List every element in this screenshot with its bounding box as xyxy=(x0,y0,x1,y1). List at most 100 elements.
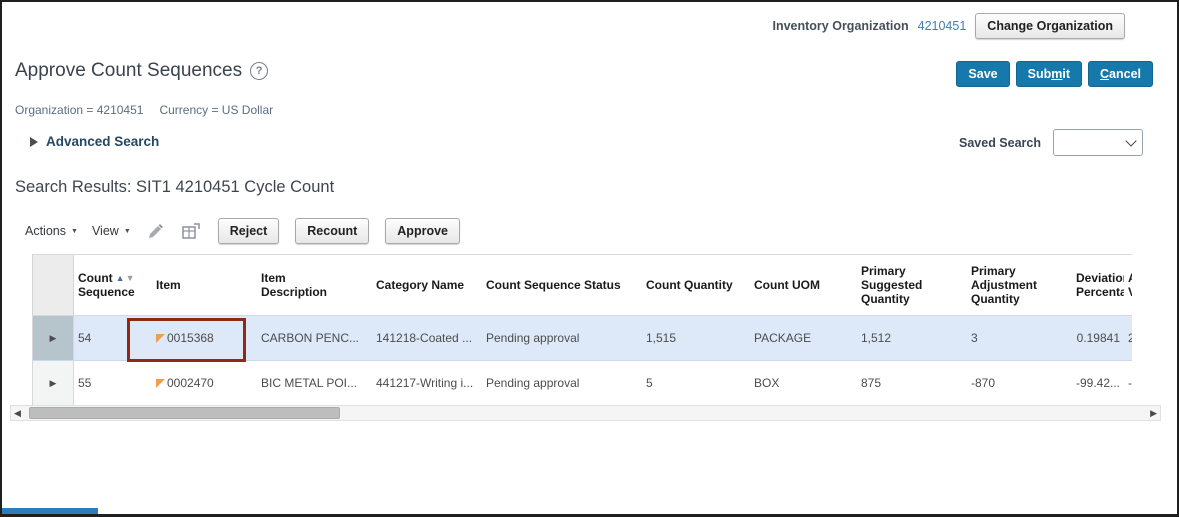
action-buttons: Save Submit Cancel xyxy=(956,61,1153,87)
column-header-selector xyxy=(32,255,74,315)
cell-primary-adjustment-quantity: -870 xyxy=(967,361,1072,405)
submit-label-key: m xyxy=(1051,67,1062,81)
saved-search: Saved Search xyxy=(959,129,1143,156)
header-label: Count Quantity xyxy=(646,278,733,292)
detach-table-icon[interactable] xyxy=(182,223,200,239)
inventory-organization-label: Inventory Organization xyxy=(772,19,908,33)
cell-count-sequence: 54 xyxy=(74,316,152,360)
view-menu[interactable]: View ▼ xyxy=(92,224,131,238)
cell-count-sequence: 55 xyxy=(74,361,152,405)
change-organization-button[interactable]: Change Organization xyxy=(975,13,1125,39)
edit-pencil-icon[interactable] xyxy=(147,223,164,240)
cell-category-name: 441217-Writing i... xyxy=(372,361,482,405)
submit-label-pre: Sub xyxy=(1028,67,1052,81)
cell-item-description: CARBON PENC... xyxy=(257,316,372,360)
saved-search-label: Saved Search xyxy=(959,136,1041,150)
column-header-deviation-percentage[interactable]: Deviation Percentage xyxy=(1072,255,1124,315)
saved-search-select[interactable] xyxy=(1053,129,1143,156)
cancel-label-post: ancel xyxy=(1109,67,1141,81)
header-label: Item xyxy=(156,278,181,292)
actions-menu-label: Actions xyxy=(25,224,66,238)
dropdown-arrow-icon: ▼ xyxy=(124,228,131,235)
horizontal-scrollbar[interactable]: ◀ ▶ xyxy=(10,405,1161,421)
count-sequences-table: Count ▲▼ Sequence Item Item Description … xyxy=(32,254,1132,406)
column-header-count-quantity[interactable]: Count Quantity xyxy=(642,255,750,315)
cell-count-sequence-status: Pending approval xyxy=(482,361,642,405)
advanced-search-toggle[interactable]: Advanced Search xyxy=(30,134,159,149)
cell-count-quantity: 5 xyxy=(642,361,750,405)
count-sequence-header-line2: Sequence xyxy=(78,285,135,299)
page-title-row: Approve Count Sequences ? xyxy=(15,60,268,82)
expand-triangle-icon xyxy=(30,137,38,147)
cell-primary-suggested-quantity: 1,512 xyxy=(857,316,967,360)
submit-button[interactable]: Submit xyxy=(1016,61,1082,87)
reject-button[interactable]: Reject xyxy=(218,218,280,244)
header-label: Deviation Percentage xyxy=(1076,271,1124,299)
column-header-adjustment-value[interactable]: Adjustment Value xyxy=(1124,255,1132,315)
cell-item-description: BIC METAL POI... xyxy=(257,361,372,405)
column-header-category-name[interactable]: Category Name xyxy=(372,255,482,315)
item-number: 0015368 xyxy=(167,331,214,345)
sort-ascending-icon[interactable]: ▲ xyxy=(116,274,125,283)
header-label: Item Description xyxy=(261,271,335,299)
recount-button[interactable]: Recount xyxy=(295,218,369,244)
cell-adjustment-value: 27.5 xyxy=(1124,316,1132,360)
page-title: Approve Count Sequences xyxy=(15,60,242,82)
count-sequence-header-line1: Count xyxy=(78,271,113,285)
scrollbar-thumb[interactable] xyxy=(29,407,340,419)
view-menu-label: View xyxy=(92,224,119,238)
context-organization: Organization = 4210451 xyxy=(15,103,143,117)
header-label: Category Name xyxy=(376,278,464,292)
table-row[interactable]: ▶ 54 0015368 CARBON PENC... 141218-Coate… xyxy=(32,316,1132,361)
chevron-down-icon xyxy=(1125,135,1136,146)
help-icon[interactable]: ? xyxy=(250,62,268,80)
approve-count-sequences-page: Inventory Organization 4210451 Change Or… xyxy=(0,0,1179,517)
table-row[interactable]: ▶ 55 0002470 BIC METAL POI... 441217-Wri… xyxy=(32,361,1132,406)
results-toolbar: Actions ▼ View ▼ Reject Recount Approve xyxy=(25,216,460,246)
context-currency: Currency = US Dollar xyxy=(159,103,273,117)
header-label: Count UOM xyxy=(754,278,820,292)
header-label: Count Sequence Status xyxy=(486,278,621,292)
cell-deviation-percentage: -99.42... xyxy=(1072,361,1124,405)
cell-category-name: 141218-Coated ... xyxy=(372,316,482,360)
row-expander[interactable]: ▶ xyxy=(32,316,74,360)
cell-primary-adjustment-quantity: 3 xyxy=(967,316,1072,360)
column-header-count-sequence[interactable]: Count ▲▼ Sequence xyxy=(74,255,152,315)
header-label: Adjustment Value xyxy=(1128,271,1132,299)
scroll-left-icon[interactable]: ◀ xyxy=(14,407,21,420)
header-label: Primary Suggested Quantity xyxy=(861,264,931,306)
sort-icons[interactable]: ▲▼ xyxy=(116,274,135,283)
cell-count-quantity: 1,515 xyxy=(642,316,750,360)
item-flag-icon xyxy=(156,334,165,343)
column-header-primary-suggested-quantity[interactable]: Primary Suggested Quantity xyxy=(857,255,967,315)
save-button[interactable]: Save xyxy=(956,61,1009,87)
cancel-label-key: C xyxy=(1100,67,1109,81)
header-label: Primary Adjustment Quantity xyxy=(971,264,1045,306)
submit-label-post: it xyxy=(1062,67,1070,81)
cancel-button[interactable]: Cancel xyxy=(1088,61,1153,87)
row-expander[interactable]: ▶ xyxy=(32,361,74,405)
inventory-organization-value: 4210451 xyxy=(918,19,967,33)
cell-item: 0002470 xyxy=(152,361,257,405)
top-bar: Inventory Organization 4210451 Change Or… xyxy=(772,13,1125,39)
column-header-item[interactable]: Item xyxy=(152,255,257,315)
scroll-right-icon[interactable]: ▶ xyxy=(1150,407,1157,420)
context-line: Organization = 4210451 Currency = US Dol… xyxy=(15,103,273,117)
column-header-count-uom[interactable]: Count UOM xyxy=(750,255,857,315)
table-header-row: Count ▲▼ Sequence Item Item Description … xyxy=(32,254,1132,316)
cell-primary-suggested-quantity: 875 xyxy=(857,361,967,405)
item-flag-icon xyxy=(156,379,165,388)
column-header-item-description[interactable]: Item Description xyxy=(257,255,372,315)
cell-item: 0015368 xyxy=(152,316,257,360)
advanced-search-label: Advanced Search xyxy=(46,134,159,149)
approve-button[interactable]: Approve xyxy=(385,218,460,244)
cell-count-sequence-status: Pending approval xyxy=(482,316,642,360)
cell-count-uom: PACKAGE xyxy=(750,316,857,360)
dropdown-arrow-icon: ▼ xyxy=(71,228,78,235)
actions-menu[interactable]: Actions ▼ xyxy=(25,224,78,238)
cell-adjustment-value: -5,45 xyxy=(1124,361,1132,405)
column-header-primary-adjustment-quantity[interactable]: Primary Adjustment Quantity xyxy=(967,255,1072,315)
sort-descending-icon[interactable]: ▼ xyxy=(126,274,135,283)
expander-arrow-icon: ▶ xyxy=(50,333,57,344)
column-header-count-sequence-status[interactable]: Count Sequence Status xyxy=(482,255,642,315)
